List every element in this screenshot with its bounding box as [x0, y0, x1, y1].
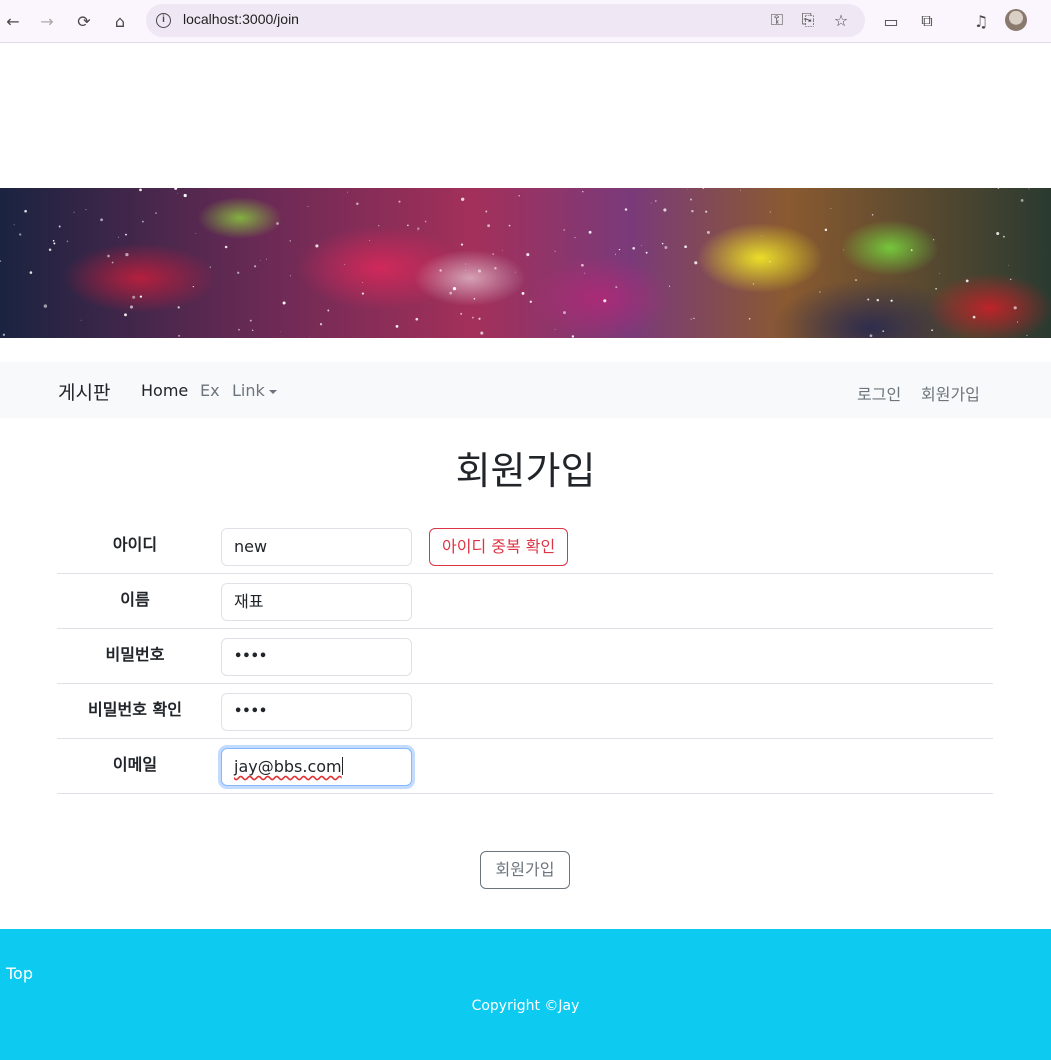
- home-icon[interactable]: ⌂: [107, 8, 133, 34]
- form-row-name: 이름 재표: [57, 574, 993, 629]
- cast-icon[interactable]: ▭: [878, 8, 904, 34]
- navbar: 게시판 Home Ex Link 로그인 회원가입: [0, 362, 1051, 418]
- browser-toolbar: ← → ⟳ ⌂ i localhost:3000/join ⚿ ⎘ ☆ ▭ ⧉ …: [0, 0, 1051, 43]
- navbar-brand[interactable]: 게시판: [58, 378, 110, 405]
- submit-join-button[interactable]: 회원가입: [480, 851, 570, 889]
- email-input-text: jay@bbs.com: [234, 757, 342, 776]
- footer: Top Copyright ©Jay: [0, 929, 1051, 1060]
- copyright-text: Copyright ©Jay: [471, 998, 580, 1014]
- forward-arrow-icon[interactable]: →: [34, 8, 60, 34]
- caret-down-icon: [268, 389, 277, 394]
- site-info-icon[interactable]: i: [156, 13, 171, 28]
- media-control-icon[interactable]: ♫: [968, 8, 994, 34]
- text-cursor: [341, 757, 343, 775]
- password-confirm-label: 비밀번호 확인: [88, 700, 182, 719]
- email-label: 이메일: [112, 755, 158, 774]
- extensions-icon[interactable]: ⧉: [914, 8, 940, 34]
- back-arrow-icon[interactable]: ←: [0, 8, 26, 34]
- address-bar[interactable]: i localhost:3000/join ⚿ ⎘ ☆: [146, 4, 865, 37]
- profile-avatar[interactable]: [1005, 9, 1027, 31]
- nav-link-label: Link: [232, 381, 265, 400]
- galaxy-banner-image: [0, 188, 1051, 338]
- check-id-button[interactable]: 아이디 중복 확인: [429, 528, 569, 566]
- name-input[interactable]: 재표: [221, 583, 412, 621]
- email-input[interactable]: jay@bbs.com: [221, 748, 412, 786]
- url-text[interactable]: localhost:3000/join: [183, 11, 299, 27]
- id-label: 아이디: [112, 535, 158, 554]
- reload-icon[interactable]: ⟳: [71, 8, 97, 34]
- bookmark-star-icon[interactable]: ☆: [828, 7, 854, 33]
- top-link[interactable]: Top: [6, 964, 33, 983]
- form-row-password-confirm: 비밀번호 확인 ••••: [57, 684, 993, 739]
- nav-link-dropdown[interactable]: Link: [232, 381, 277, 400]
- password-label: 비밀번호: [105, 645, 165, 664]
- nav-login[interactable]: 로그인: [857, 381, 901, 405]
- password-input[interactable]: ••••: [221, 638, 412, 676]
- key-icon[interactable]: ⚿: [764, 7, 790, 33]
- id-input[interactable]: new: [221, 528, 412, 566]
- install-app-icon[interactable]: ⎘: [795, 7, 821, 33]
- form-row-password: 비밀번호 ••••: [57, 629, 993, 684]
- password-confirm-input[interactable]: ••••: [221, 693, 412, 731]
- page-title: 회원가입: [455, 449, 596, 493]
- nav-home[interactable]: Home: [141, 381, 188, 400]
- form-row-id: 아이디 new 아이디 중복 확인: [57, 519, 993, 574]
- nav-join[interactable]: 회원가입: [921, 381, 980, 405]
- form-row-email: 이메일 jay@bbs.com: [57, 739, 993, 794]
- join-form: 아이디 new 아이디 중복 확인 이름 재표 비밀번호 •••• 비밀번호 확…: [57, 519, 993, 794]
- nav-ex[interactable]: Ex: [200, 381, 220, 400]
- name-label: 이름: [120, 590, 150, 609]
